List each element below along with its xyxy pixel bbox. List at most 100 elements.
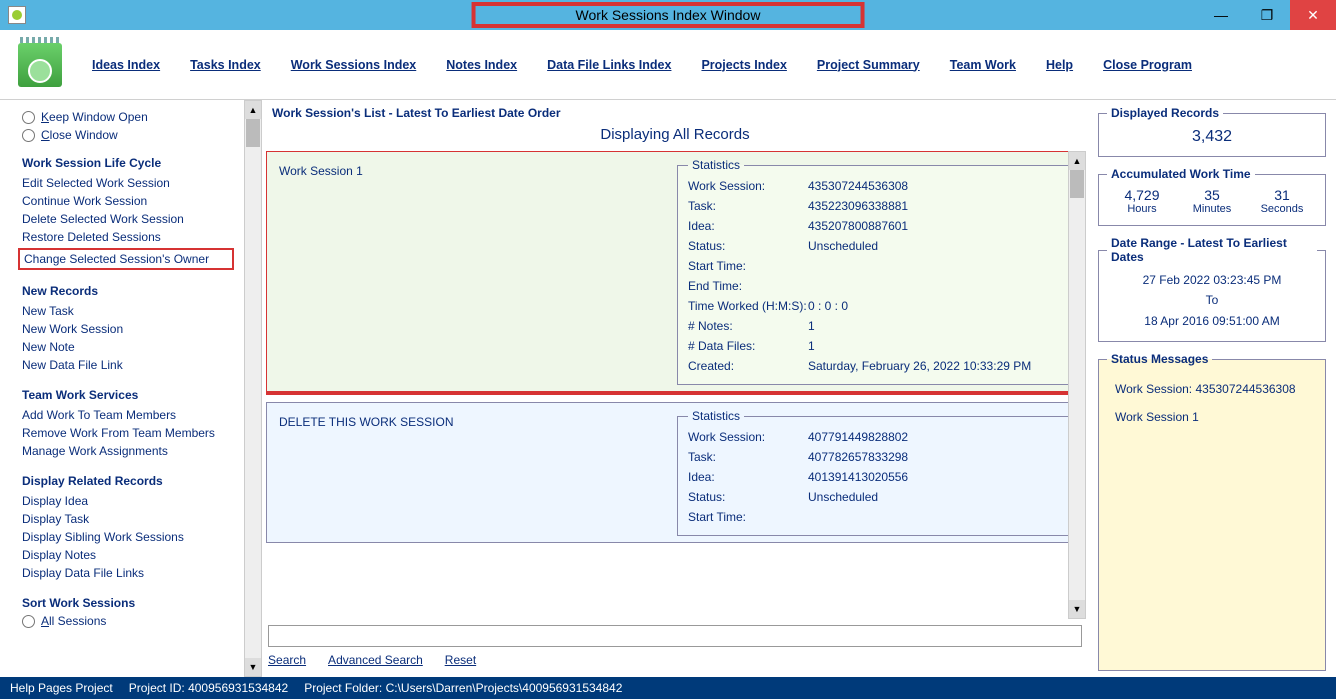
stat-label-task: Task: <box>688 450 808 464</box>
displayed-records-legend: Displayed Records <box>1107 106 1223 120</box>
sidebar-remove-team[interactable]: Remove Work From Team Members <box>22 424 230 442</box>
menu-team-work[interactable]: Team Work <box>950 58 1016 72</box>
sidebar-new-ws[interactable]: New Work Session <box>22 320 230 338</box>
record-card[interactable]: DELETE THIS WORK SESSION Statistics Work… <box>266 402 1084 543</box>
sidebar-new-task[interactable]: New Task <box>22 302 230 320</box>
record-title: DELETE THIS WORK SESSION <box>273 409 669 536</box>
stat-label-notes: # Notes: <box>688 319 808 333</box>
sidebar-display-task[interactable]: Display Task <box>22 510 230 528</box>
date-range-box: Date Range - Latest To Earliest Dates 27… <box>1098 236 1326 342</box>
accum-hours-cap: Hours <box>1107 203 1177 215</box>
sidebar-scrollbar[interactable]: ▲ ▼ <box>244 100 262 677</box>
menu-bar: Ideas Index Tasks Index Work Sessions In… <box>0 30 1336 100</box>
scroll-up-icon[interactable]: ▲ <box>1069 152 1085 170</box>
record-card[interactable]: Work Session 1 Statistics Work Session:4… <box>266 151 1084 392</box>
sidebar-heading-team: Team Work Services <box>22 388 230 402</box>
stat-label-idea: Idea: <box>688 219 808 233</box>
status-messages-box: Status Messages Work Session: 4353072445… <box>1098 352 1326 671</box>
sidebar-heading-related: Display Related Records <box>22 474 230 488</box>
menu-project-summary[interactable]: Project Summary <box>817 58 920 72</box>
center-panel: Work Session's List - Latest To Earliest… <box>262 100 1092 677</box>
scroll-down-icon[interactable]: ▼ <box>1069 600 1085 618</box>
sidebar-edit-selected[interactable]: Edit Selected Work Session <box>22 174 230 192</box>
reset-link[interactable]: Reset <box>445 653 476 667</box>
menu-projects-index[interactable]: Projects Index <box>701 58 786 72</box>
menu-work-sessions-index[interactable]: Work Sessions Index <box>291 58 417 72</box>
stat-label-created: Created: <box>688 359 808 373</box>
status-message-2: Work Session 1 <box>1115 410 1309 424</box>
displayed-records-count: 3,432 <box>1107 126 1317 146</box>
sidebar-display-siblings[interactable]: Display Sibling Work Sessions <box>22 528 230 546</box>
sidebar-continue-ws[interactable]: Continue Work Session <box>22 192 230 210</box>
search-link[interactable]: Search <box>268 653 306 667</box>
stats-legend: Statistics <box>688 409 744 423</box>
menu-notes-index[interactable]: Notes Index <box>446 58 517 72</box>
radio-all-sessions[interactable]: All Sessions <box>22 614 230 628</box>
stat-value-task: 435223096338881 <box>808 199 1066 213</box>
stat-value-timeworked: 0 : 0 : 0 <box>808 299 1066 313</box>
stat-value-notes: 1 <box>808 319 1066 333</box>
scroll-thumb[interactable] <box>246 119 260 147</box>
stats-legend: Statistics <box>688 158 744 172</box>
maximize-button[interactable]: ❐ <box>1244 0 1290 30</box>
sidebar-add-team[interactable]: Add Work To Team Members <box>22 406 230 424</box>
menu-data-file-links-index[interactable]: Data File Links Index <box>547 58 671 72</box>
app-icon <box>8 6 26 24</box>
sidebar-new-dfl[interactable]: New Data File Link <box>22 356 230 374</box>
list-header: Displaying All Records <box>266 126 1084 143</box>
stat-value-ws: 435307244536308 <box>808 179 1066 193</box>
sidebar-heading-sort: Sort Work Sessions <box>22 596 230 610</box>
stat-label-end: End Time: <box>688 279 808 293</box>
date-range-legend: Date Range - Latest To Earliest Dates <box>1107 236 1317 264</box>
sidebar-display-notes[interactable]: Display Notes <box>22 546 230 564</box>
menu-ideas-index[interactable]: Ideas Index <box>92 58 160 72</box>
accum-hours: 4,729 <box>1107 187 1177 203</box>
stat-value-task: 407782657833298 <box>808 450 1066 464</box>
accumulated-time-legend: Accumulated Work Time <box>1107 167 1255 181</box>
footer-project-id: Project ID: 400956931534842 <box>129 681 288 695</box>
accum-min-cap: Minutes <box>1177 203 1247 215</box>
stat-value-idea: 435207800887601 <box>808 219 1066 233</box>
sidebar-delete-selected[interactable]: Delete Selected Work Session <box>22 210 230 228</box>
scroll-down-icon[interactable]: ▼ <box>245 658 261 676</box>
sidebar-new-note[interactable]: New Note <box>22 338 230 356</box>
radio-keep-window-open-label: Keep Window Open <box>41 110 148 124</box>
stat-label-datafiles: # Data Files: <box>688 339 808 353</box>
sidebar-display-dfl[interactable]: Display Data File Links <box>22 564 230 582</box>
close-button[interactable]: ✕ <box>1290 0 1336 30</box>
stat-label-task: Task: <box>688 199 808 213</box>
stat-label-status: Status: <box>688 239 808 253</box>
menu-tasks-index[interactable]: Tasks Index <box>190 58 261 72</box>
stat-value-created: Saturday, February 26, 2022 10:33:29 PM <box>808 359 1066 373</box>
sidebar-display-idea[interactable]: Display Idea <box>22 492 230 510</box>
title-bar: Work Sessions Index Window — ❐ ✕ <box>0 0 1336 30</box>
radio-keep-window-open[interactable]: Keep Window Open <box>22 110 230 124</box>
sidebar-restore-deleted[interactable]: Restore Deleted Sessions <box>22 228 230 246</box>
sidebar-change-owner[interactable]: Change Selected Session's Owner <box>18 248 234 270</box>
advanced-search-link[interactable]: Advanced Search <box>328 653 423 667</box>
menu-close-program[interactable]: Close Program <box>1103 58 1192 72</box>
scroll-thumb[interactable] <box>1070 170 1084 198</box>
scroll-up-icon[interactable]: ▲ <box>245 101 261 119</box>
minimize-button[interactable]: — <box>1198 0 1244 30</box>
sidebar-manage-assign[interactable]: Manage Work Assignments <box>22 442 230 460</box>
date-range-to-label: To <box>1107 290 1317 310</box>
sidebar-heading-lifecycle: Work Session Life Cycle <box>22 156 230 170</box>
stat-label-start: Start Time: <box>688 259 808 273</box>
sidebar: Keep Window Open Close Window Work Sessi… <box>0 100 244 677</box>
search-input[interactable] <box>268 625 1082 647</box>
records-scrollbar[interactable]: ▲ ▼ <box>1068 151 1086 619</box>
stat-value-ws: 407791449828802 <box>808 430 1066 444</box>
radio-all-sessions-label: All Sessions <box>41 614 106 628</box>
radio-close-window[interactable]: Close Window <box>22 128 230 142</box>
stat-label-ws: Work Session: <box>688 179 808 193</box>
main: Keep Window Open Close Window Work Sessi… <box>0 100 1336 677</box>
date-range-to: 18 Apr 2016 09:51:00 AM <box>1107 311 1317 331</box>
status-messages-legend: Status Messages <box>1107 352 1212 366</box>
footer-project-folder: Project Folder: C:\Users\Darren\Projects… <box>304 681 622 695</box>
displayed-records-box: Displayed Records 3,432 <box>1098 106 1326 157</box>
accumulated-time-box: Accumulated Work Time 4,729Hours 35Minut… <box>1098 167 1326 226</box>
menu-help[interactable]: Help <box>1046 58 1073 72</box>
record-stats: Statistics Work Session:435307244536308 … <box>677 158 1077 385</box>
record-title: Work Session 1 <box>273 158 669 385</box>
